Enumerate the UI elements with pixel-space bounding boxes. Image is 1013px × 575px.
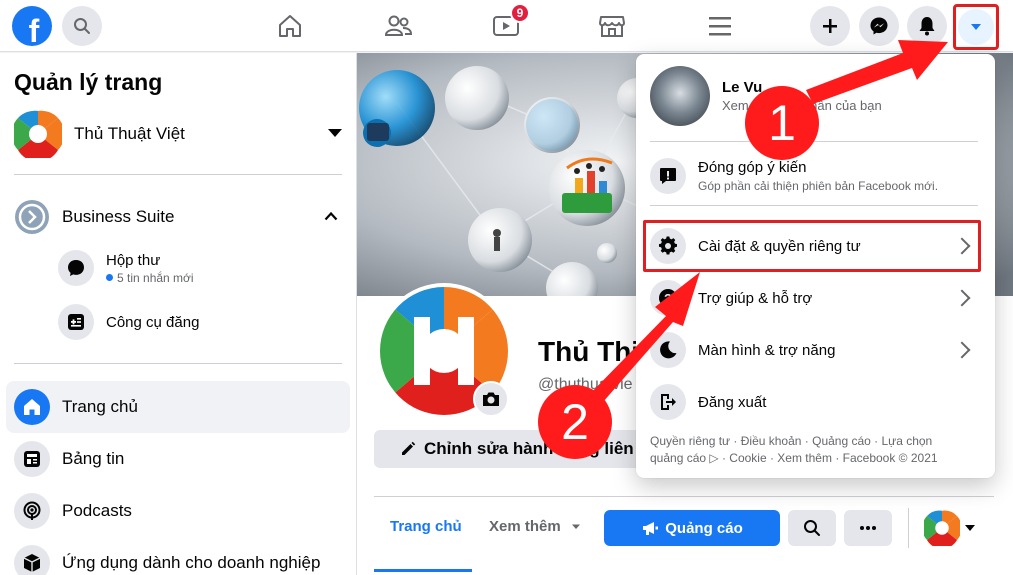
step-2-marker: 2 [538, 385, 612, 459]
annotation-arrows [584, 40, 948, 410]
arrow-to-account-menu [806, 40, 948, 104]
arrow-to-settings [584, 272, 700, 410]
step-1-marker: 1 [745, 86, 819, 160]
